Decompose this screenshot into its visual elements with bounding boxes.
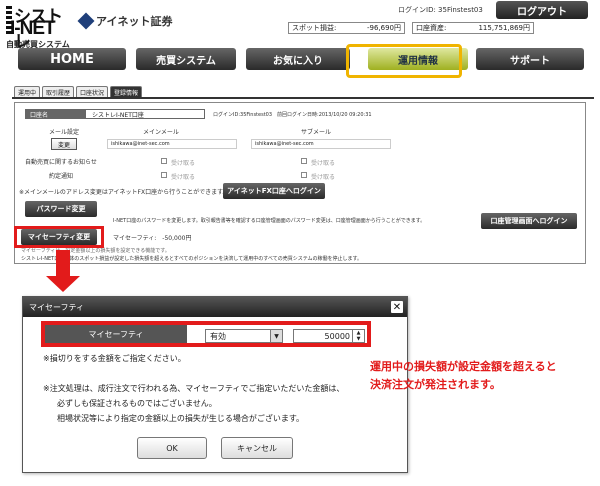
exec-notice-label: 約定通知 xyxy=(49,173,74,180)
nav-support[interactable]: サポート xyxy=(476,48,584,70)
logout-button[interactable]: ログアウト xyxy=(496,1,588,19)
metric-label: 口座資産: xyxy=(416,24,447,32)
annotation-text: 運用中の損失額が設定金額を超えると 決済注文が発注されます。 xyxy=(370,358,557,394)
mysafety-enable-select[interactable]: 有効 ▼ xyxy=(205,329,283,343)
sub-mail-label: サブメール xyxy=(301,129,332,136)
sub-mail-field[interactable]: ishikawa@inet-sec.com xyxy=(251,139,391,149)
mysafety-note-detail: シストレI-NET口座全体のスポット損益が設定した損失額を超えるとすべてのポジシ… xyxy=(21,256,363,262)
account-name-value: シストレI-NET口座 xyxy=(92,111,144,119)
mysafety-info: マイセーフティ: -50,000円 xyxy=(113,235,192,242)
auto-notice-main-checkbox[interactable] xyxy=(161,158,167,164)
login-info: ログインID:35Finstest03 前回ログイン日時:2013/10/20 … xyxy=(213,112,372,118)
nav-favorites[interactable]: お気に入り xyxy=(246,48,350,70)
account-assets-metric: 口座資産: 115,751,869円 xyxy=(412,22,534,34)
password-change-button[interactable]: パスワード変更 xyxy=(25,201,97,217)
nav-highlight-frame xyxy=(346,44,462,78)
mysafety-label: マイセーフティ xyxy=(45,325,187,343)
ok-button[interactable]: OK xyxy=(137,437,207,459)
mysafety-note: マイセーフティは、設定金額以上の損失額を設定できる機能です。 xyxy=(21,248,170,254)
email-setting-label: メール設定 xyxy=(49,129,80,136)
close-icon[interactable]: ✕ xyxy=(391,301,403,313)
nav-trading-system[interactable]: 売買システム xyxy=(136,48,236,70)
stepper-icon[interactable]: ▲ ▼ xyxy=(352,330,364,342)
mail-note: ※メインメールのアドレス変更はアイネットFX口座から行うことができます。 xyxy=(19,189,229,196)
password-note: I-NET口座のパスワードを変更します。取引報告書等を確認する口座管理画面のパス… xyxy=(113,218,426,224)
email-change-button[interactable]: 変更 xyxy=(51,138,77,150)
main-mail-label: メインメール xyxy=(143,129,179,136)
spot-pnl-metric: スポット損益: -96,690円 xyxy=(288,22,405,34)
dialog-titlebar: マイセーフティ ✕ xyxy=(23,297,407,317)
dialog-title: マイセーフティ xyxy=(29,302,85,312)
logo-line2: I-NET xyxy=(10,18,56,39)
mysafety-dialog: マイセーフティ ✕ マイセーフティ 有効 ▼ 50000 ▲ ▼ ※損切りをする金… xyxy=(22,296,408,473)
checkbox-label: 受け取る xyxy=(171,160,196,167)
mysafety-highlight-frame xyxy=(14,226,104,248)
metric-value: -96,690円 xyxy=(366,24,401,32)
auto-trade-notice-label: 自動売買に関するお知らせ xyxy=(25,159,97,166)
tab-underline xyxy=(12,97,594,99)
main-mail-field[interactable]: ishikawa@inet-sec.com xyxy=(107,139,237,149)
main-nav: HOME 売買システム お気に入り 運用情報 サポート xyxy=(14,42,592,80)
account-name-label: 口座名 xyxy=(26,110,86,119)
cancel-button[interactable]: キャンセル xyxy=(221,437,293,459)
auto-notice-sub-checkbox[interactable] xyxy=(301,158,307,164)
chevron-down-icon: ▼ xyxy=(270,330,282,342)
brand-logo[interactable]: アイネット証券 xyxy=(77,12,173,30)
metric-label: スポット損益: xyxy=(292,24,337,32)
nav-home[interactable]: HOME xyxy=(18,48,126,70)
fx-login-button[interactable]: アイネットFX口座へログイン xyxy=(223,183,325,199)
dialog-note4: 相場状況等により指定の金額以上の損失が生じる場合がございます。 xyxy=(57,414,305,423)
exec-notice-main-checkbox[interactable] xyxy=(161,172,167,178)
brand-name: アイネット証券 xyxy=(96,15,173,28)
dialog-note2: ※注文処理は、成行注文で行われる為、マイセーフティでご指定いただいた金額は、 xyxy=(43,384,345,393)
dialog-note3: 必ずしも保証されるものではございません。 xyxy=(57,399,217,408)
dialog-note1: ※損切りをする金額をご指定ください。 xyxy=(43,354,186,363)
annotation-line1: 運用中の損失額が設定金額を超えると xyxy=(370,360,557,373)
login-id: ログインID: 35Finstest03 xyxy=(398,6,483,14)
account-manage-login-button[interactable]: 口座管理画面へログイン xyxy=(481,213,577,229)
select-value: 有効 xyxy=(210,331,226,341)
checkbox-label: 受け取る xyxy=(171,174,196,181)
exec-notice-sub-checkbox[interactable] xyxy=(301,172,307,178)
checkbox-label: 受け取る xyxy=(311,174,336,181)
mysafety-setting-row: マイセーフティ 有効 ▼ 50000 ▲ ▼ xyxy=(41,321,371,347)
brand-diamond-icon xyxy=(77,12,95,30)
annotation-line2: 決済注文が発注されます。 xyxy=(370,378,501,391)
account-name-row: 口座名 シストレI-NET口座 xyxy=(25,109,205,119)
amount-value: 50000 xyxy=(324,331,350,341)
metric-value: 115,751,869円 xyxy=(478,24,530,32)
mysafety-amount-input[interactable]: 50000 ▲ ▼ xyxy=(293,329,365,343)
checkbox-label: 受け取る xyxy=(311,160,336,167)
